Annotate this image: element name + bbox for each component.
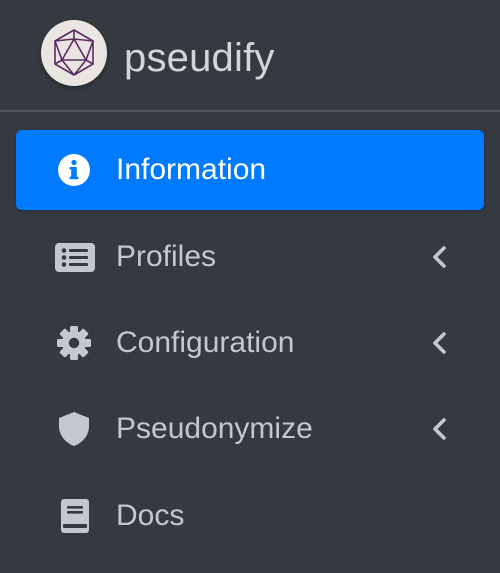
nav-label-pseudonymize: Pseudonymize [116, 412, 313, 445]
nav-item-profiles[interactable]: Profiles [16, 217, 484, 297]
nav-item-configuration[interactable]: Configuration [16, 303, 484, 383]
list-alt-icon [54, 238, 96, 276]
brand-name: pseudify [124, 36, 275, 80]
nav-label-profiles: Profiles [116, 240, 217, 273]
book-icon [54, 497, 96, 535]
brand-link[interactable]: pseudify [0, 0, 500, 112]
gear-icon [54, 324, 96, 362]
chevron-left-icon [430, 415, 450, 443]
chevron-left-icon [430, 243, 450, 271]
nav-label-configuration: Configuration [116, 326, 295, 359]
chevron-left-icon [430, 329, 450, 357]
nav-item-information[interactable]: Information [16, 130, 484, 210]
info-circle-icon [54, 151, 96, 189]
polyhedron-logo-icon [41, 20, 107, 86]
sidebar: pseudify Information Profiles Configurat… [0, 0, 500, 573]
nav-item-docs[interactable]: Docs [16, 476, 484, 556]
nav-item-pseudonymize[interactable]: Pseudonymize [16, 389, 484, 469]
nav-label-docs: Docs [116, 499, 185, 532]
nav-label-information: Information [116, 153, 267, 186]
shield-icon [54, 410, 96, 448]
